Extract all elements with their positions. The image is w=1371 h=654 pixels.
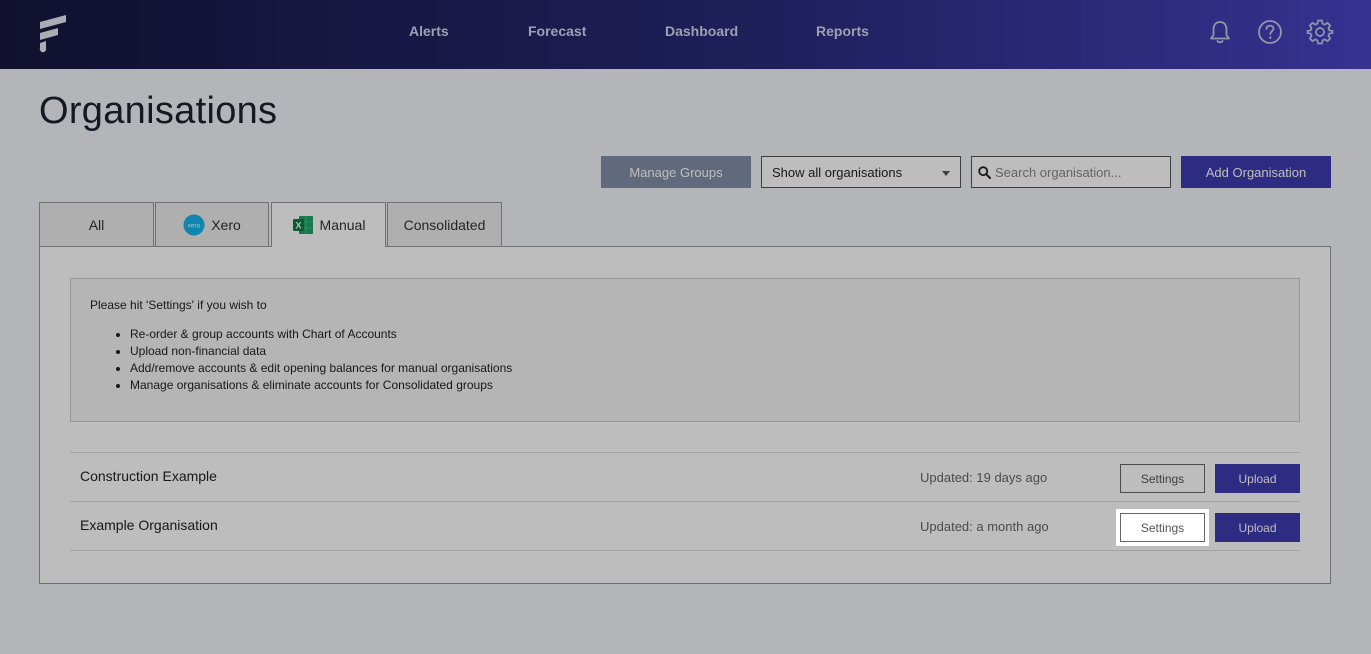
tab-label: Consolidated — [403, 216, 486, 233]
organisation-updated: Updated: a month ago — [920, 519, 1049, 534]
organisation-filter-select[interactable]: Show all organisations — [761, 156, 961, 188]
svg-text:xero: xero — [188, 222, 201, 229]
organisation-row: Construction Example Updated: 19 days ag… — [70, 452, 1300, 502]
organisation-name: Example Organisation — [80, 517, 218, 533]
svg-text:X: X — [295, 221, 301, 231]
nav-reports[interactable]: Reports — [816, 23, 869, 39]
xero-icon: xero — [183, 214, 205, 235]
top-navigation-bar: Alerts Forecast Dashboard Reports — [0, 0, 1371, 69]
settings-button[interactable]: Settings — [1120, 513, 1205, 542]
info-intro: Please hit 'Settings' if you wish to — [90, 298, 267, 312]
upload-button[interactable]: Upload — [1215, 464, 1300, 493]
info-item: Re-order & group accounts with Chart of … — [130, 326, 1280, 343]
organisation-updated: Updated: 19 days ago — [920, 470, 1048, 485]
tab-label: Xero — [211, 216, 241, 233]
manage-groups-button[interactable]: Manage Groups — [601, 156, 751, 188]
chevron-down-icon — [942, 171, 950, 176]
fathom-logo[interactable] — [36, 13, 70, 53]
info-item: Manage organisations & eliminate account… — [130, 377, 1280, 394]
help-icon[interactable] — [1256, 18, 1284, 46]
search-organisation-field[interactable] — [971, 156, 1171, 188]
organisation-filter-value: Show all organisations — [772, 164, 903, 180]
tab-label: Manual — [319, 217, 366, 233]
tab-consolidated[interactable]: Consolidated — [387, 202, 502, 246]
info-list: Re-order & group accounts with Chart of … — [130, 326, 1280, 394]
nav-forecast[interactable]: Forecast — [528, 23, 586, 39]
organisation-name: Construction Example — [80, 468, 217, 484]
gear-icon[interactable] — [1306, 18, 1334, 46]
settings-info-box: Please hit 'Settings' if you wish to Re-… — [70, 278, 1300, 422]
upload-button[interactable]: Upload — [1215, 513, 1300, 542]
search-organisation-input[interactable] — [995, 164, 1165, 180]
organisation-row: Example Organisation Updated: a month ag… — [70, 501, 1300, 551]
excel-icon: X — [292, 216, 313, 234]
info-item: Upload non-financial data — [130, 343, 1280, 360]
organisations-panel: Please hit 'Settings' if you wish to Re-… — [39, 246, 1331, 584]
tab-xero[interactable]: xero Xero — [155, 202, 269, 246]
nav-alerts[interactable]: Alerts — [409, 23, 449, 39]
settings-button[interactable]: Settings — [1120, 464, 1205, 493]
info-item: Add/remove accounts & edit opening balan… — [130, 360, 1280, 377]
tab-manual[interactable]: X Manual — [271, 202, 386, 247]
nav-dashboard[interactable]: Dashboard — [665, 23, 738, 39]
tab-label: All — [88, 216, 105, 233]
page-title: Organisations — [39, 90, 278, 132]
search-icon — [978, 165, 991, 179]
tab-all[interactable]: All — [39, 202, 154, 246]
bell-icon[interactable] — [1206, 18, 1234, 46]
add-organisation-button[interactable]: Add Organisation — [1181, 156, 1331, 188]
